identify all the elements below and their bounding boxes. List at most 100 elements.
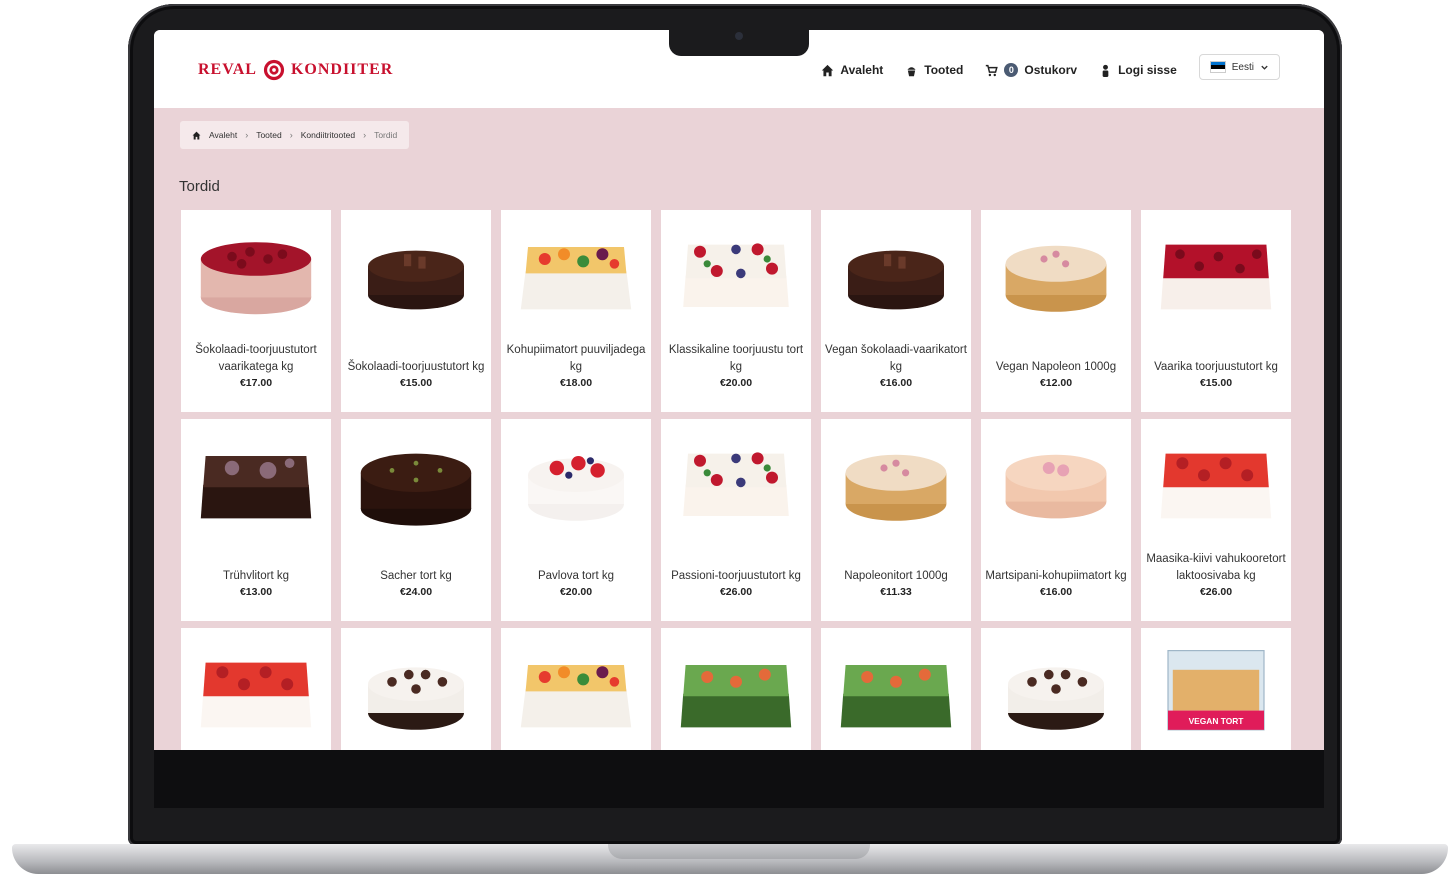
round-napoleon-cake-image bbox=[1005, 245, 1107, 312]
product-card[interactable]: Passioni-toorjuustutort kg €26.00 bbox=[661, 419, 811, 621]
product-image[interactable] bbox=[341, 216, 491, 326]
product-card[interactable]: Vegan Napoleon 1000g €12.00 bbox=[981, 210, 1131, 412]
product-price: €26.00 bbox=[719, 586, 753, 598]
product-name[interactable]: Šokolaadi-toorjuustutort kg bbox=[345, 359, 487, 376]
product-card[interactable]: Šokolaadi-toorjuustutort vaarikatega kg €… bbox=[181, 210, 331, 412]
round-sacher-cake-image bbox=[360, 453, 472, 526]
round-cake-raspberry-top-image bbox=[200, 242, 312, 315]
nav-login-label: Logi sisse bbox=[1118, 63, 1177, 77]
browser-viewport: REVAL KONDIITER Avaleht Tooted 0 Ostukor… bbox=[154, 30, 1324, 750]
product-name[interactable]: Sacher tort kg bbox=[345, 568, 487, 585]
product-image[interactable] bbox=[501, 425, 651, 535]
product-card[interactable]: Vegan šokolaadi-vaarikatort kg €16.00 bbox=[821, 210, 971, 412]
chevron-right-icon: › bbox=[289, 130, 293, 140]
brand-name-left: REVAL bbox=[198, 61, 257, 78]
product-image[interactable] bbox=[661, 425, 811, 535]
product-name[interactable]: Kohupiimatort puuviljadega kg bbox=[505, 342, 647, 376]
product-image[interactable]: VEGAN TORT bbox=[1141, 634, 1291, 744]
product-card[interactable]: Maasika-kiivi vahukooretort laktoosivaba… bbox=[1141, 419, 1291, 621]
product-image[interactable] bbox=[821, 425, 971, 535]
product-card[interactable]: Trühvlitort kg €13.00 bbox=[181, 419, 331, 621]
product-name[interactable]: Vaarika toorjuustutort kg bbox=[1145, 359, 1287, 376]
square-fruit-cake-image bbox=[520, 247, 632, 310]
language-select[interactable]: Eesti bbox=[1198, 54, 1280, 80]
round-cream-cake-image bbox=[368, 667, 464, 730]
product-image[interactable] bbox=[341, 634, 491, 744]
nav-products[interactable]: Tooted bbox=[905, 63, 963, 77]
breadcrumb-item-current: Tordid bbox=[374, 130, 398, 140]
product-card[interactable]: Vaarika toorjuustutort kg €15.00 bbox=[1141, 210, 1291, 412]
product-image[interactable] bbox=[341, 425, 491, 535]
product-image[interactable] bbox=[1141, 216, 1291, 326]
camera-icon bbox=[735, 32, 743, 40]
product-name[interactable]: Maasika-kiivi vahukooretort laktoosivaba… bbox=[1145, 551, 1287, 585]
breadcrumb-item-products[interactable]: Tooted bbox=[256, 130, 282, 140]
product-price: €15.00 bbox=[1199, 377, 1233, 389]
product-card[interactable]: Napoleonitort 1000g €11.33 bbox=[821, 419, 971, 621]
square-savory-cake-image bbox=[840, 665, 952, 728]
user-icon bbox=[1102, 64, 1109, 77]
product-card[interactable]: Kohupiimatort puuviljadega kg €18.00 bbox=[501, 210, 651, 412]
product-card[interactable] bbox=[501, 628, 651, 750]
estonia-flag-icon bbox=[1209, 61, 1226, 73]
product-name[interactable]: Napoleonitort 1000g bbox=[825, 568, 967, 585]
breadcrumb-item-confectionery[interactable]: Kondiitritooted bbox=[301, 130, 355, 140]
nav-cart-label: Ostukorv bbox=[1024, 63, 1078, 77]
product-card[interactable] bbox=[181, 628, 331, 750]
product-image[interactable] bbox=[661, 216, 811, 326]
product-card[interactable]: Martsipani-kohupiimatort kg €16.00 bbox=[981, 419, 1131, 621]
product-image[interactable] bbox=[981, 216, 1131, 326]
product-card[interactable] bbox=[661, 628, 811, 750]
product-image[interactable] bbox=[821, 216, 971, 326]
product-image[interactable] bbox=[181, 634, 331, 744]
square-berry-ring-cake-image bbox=[683, 452, 789, 516]
language-label: Eesti bbox=[1231, 61, 1254, 73]
product-name[interactable]: Passioni-toorjuustutort kg bbox=[665, 568, 807, 585]
product-name[interactable]: Šokolaadi-toorjuustutort vaarikatega kg bbox=[185, 342, 327, 376]
product-name[interactable]: Pavlova tort kg bbox=[505, 568, 647, 585]
product-name[interactable]: Martsipani-kohupiimatort kg bbox=[985, 568, 1127, 585]
product-image[interactable] bbox=[501, 634, 651, 744]
product-card[interactable]: Sacher tort kg €24.00 bbox=[341, 419, 491, 621]
product-card[interactable]: Pavlova tort kg €20.00 bbox=[501, 419, 651, 621]
product-image[interactable] bbox=[501, 216, 651, 326]
nav-cart[interactable]: 0 Ostukorv bbox=[985, 63, 1077, 77]
product-image[interactable] bbox=[821, 634, 971, 744]
breadcrumb-item-home[interactable]: Avaleht bbox=[209, 130, 237, 140]
nav-home[interactable]: Avaleht bbox=[821, 63, 883, 77]
product-image[interactable] bbox=[181, 216, 331, 326]
home-icon bbox=[192, 131, 201, 139]
product-card[interactable]: Klassikaline toorjuustu tort kg €20.00 bbox=[661, 210, 811, 412]
chevron-right-icon: › bbox=[363, 130, 367, 140]
cart-count-badge: 0 bbox=[1004, 63, 1019, 77]
product-name[interactable]: Trühvlitort kg bbox=[185, 568, 327, 585]
product-info: Šokolaadi-toorjuustutort kg €15.00 bbox=[341, 359, 491, 390]
product-card[interactable] bbox=[341, 628, 491, 750]
nav-products-label: Tooted bbox=[924, 63, 964, 77]
product-price: €16.00 bbox=[1039, 586, 1073, 598]
product-info: Klassikaline toorjuustu tort kg €20.00 bbox=[661, 342, 811, 390]
product-info: Sacher tort kg €24.00 bbox=[341, 568, 491, 599]
nav-login[interactable]: Logi sisse bbox=[1099, 63, 1177, 77]
product-name[interactable]: Vegan Napoleon 1000g bbox=[985, 359, 1127, 376]
product-name[interactable]: Vegan šokolaadi-vaarikatort kg bbox=[825, 342, 967, 376]
product-card[interactable]: Šokolaadi-toorjuustutort kg €15.00 bbox=[341, 210, 491, 412]
product-image[interactable] bbox=[181, 425, 331, 535]
brand-logo[interactable]: REVAL KONDIITER bbox=[198, 57, 393, 83]
product-price: €13.00 bbox=[239, 586, 273, 598]
product-image[interactable] bbox=[981, 425, 1131, 535]
square-fruit-cake-image bbox=[520, 665, 632, 728]
product-price: €18.00 bbox=[559, 377, 593, 389]
product-name[interactable]: Klassikaline toorjuustu tort kg bbox=[665, 342, 807, 376]
product-grid: Šokolaadi-toorjuustutort vaarikatega kg €… bbox=[181, 210, 1293, 750]
product-price: €15.00 bbox=[399, 377, 433, 389]
product-image[interactable] bbox=[661, 634, 811, 744]
brand-emblem-icon bbox=[263, 59, 285, 81]
product-card[interactable]: VEGAN TORT bbox=[1141, 628, 1291, 750]
product-image[interactable] bbox=[1141, 425, 1291, 535]
product-image[interactable] bbox=[981, 634, 1131, 744]
home-icon bbox=[822, 64, 834, 76]
product-card[interactable] bbox=[821, 628, 971, 750]
round-chocolate-cake-image bbox=[848, 250, 944, 310]
product-card[interactable] bbox=[981, 628, 1131, 750]
